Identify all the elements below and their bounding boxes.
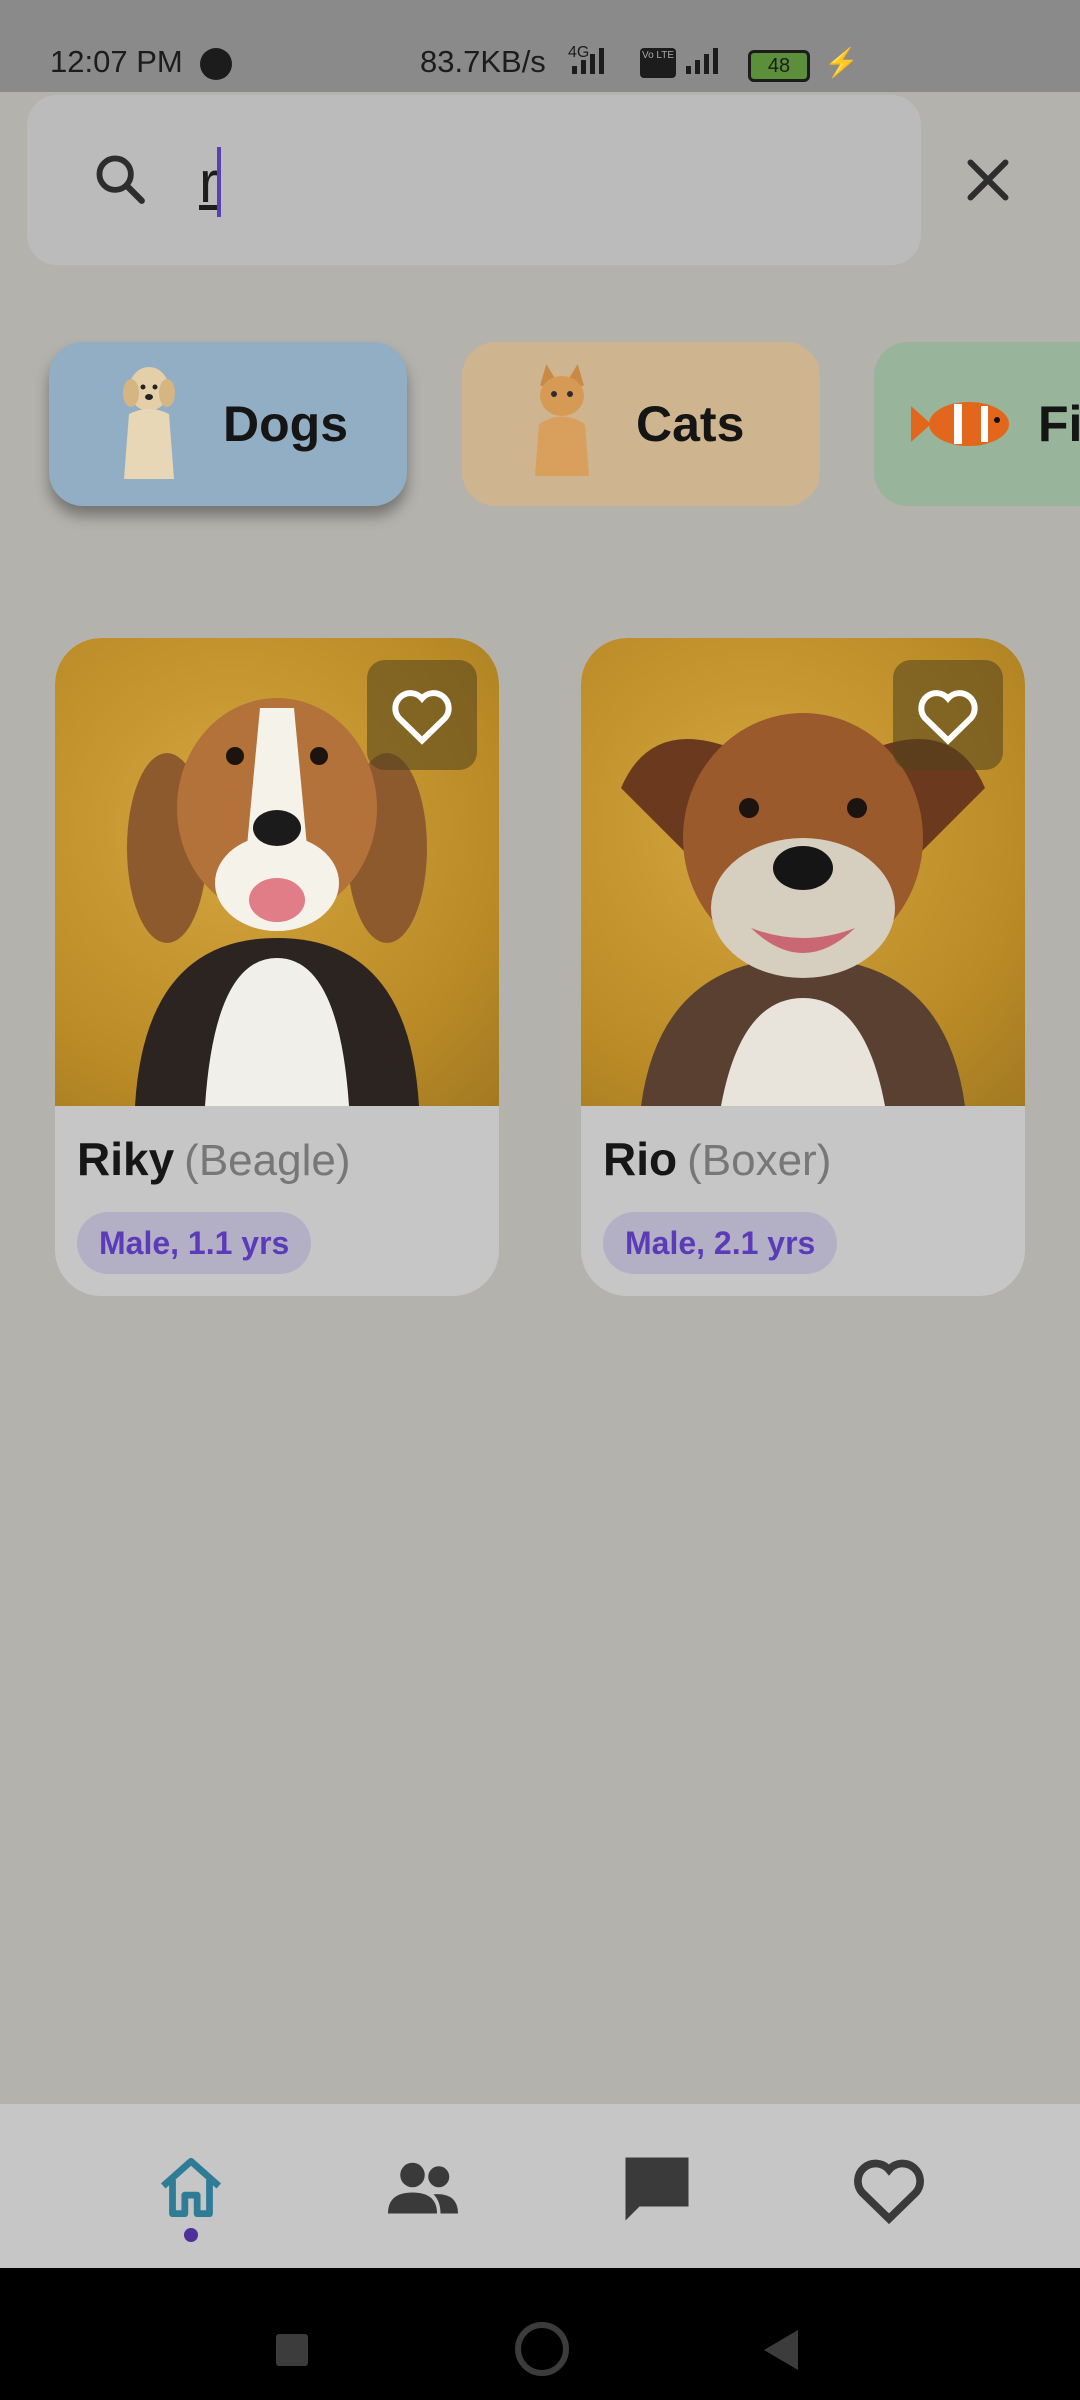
pet-card[interactable]: Rio (Boxer) Male, 2.1 yrs [581,638,1025,1296]
search-icon[interactable] [91,150,149,213]
pet-breed: (Boxer) [687,1136,832,1185]
signal-icon [572,48,604,74]
nav-messages[interactable] [612,2144,702,2234]
favorite-button[interactable] [893,660,1003,770]
home-icon [160,2157,222,2218]
volte-icon: Vo LTE [640,48,676,78]
status-bar: 12:07 PM 83.7KB/s 4G Vo LTE 48 ⚡ [0,0,1080,92]
system-navigation [0,2268,1080,2400]
category-fish[interactable]: Fi [874,342,1080,506]
text-caret [217,147,221,217]
heart-icon [392,690,452,745]
pet-name-line: Riky (Beagle) [77,1132,350,1186]
nav-home[interactable] [146,2144,236,2234]
search-input[interactable] [197,143,881,221]
pet-info-badge: Male, 1.1 yrs [77,1212,312,1274]
heart-icon [854,2159,924,2225]
signal-icon-2 [686,48,718,74]
search-bar [27,95,921,265]
pet-name: Rio [603,1133,678,1185]
battery-icon: 48 [748,50,810,82]
category-label: Cats [636,396,745,452]
fish-icon [904,354,1024,494]
network-speed: 83.7KB/s [420,44,546,79]
battery-level: 48 [767,55,791,77]
people-icon [388,2162,458,2214]
pet-name: Riky [77,1133,175,1185]
pet-breed: (Beagle) [184,1136,351,1185]
dog-icon [89,354,209,494]
pet-card[interactable]: Riky (Beagle) Male, 1.1 yrs [55,638,499,1296]
status-time: 12:07 PM [50,44,183,79]
close-icon[interactable] [958,150,1018,210]
bottom-navigation [0,2104,1080,2268]
home-button[interactable] [515,2322,569,2376]
category-dogs[interactable]: Dogs [49,342,407,506]
heart-icon [918,690,978,745]
charging-icon: ⚡ [824,47,859,78]
category-cats[interactable]: Cats [462,342,820,506]
pet-info-badge: Male, 2.1 yrs [603,1212,838,1274]
recents-button[interactable] [276,2334,308,2366]
back-button[interactable] [764,2330,798,2370]
chat-icon [625,2157,689,2221]
category-label: Dogs [223,396,348,452]
notification-icon [200,48,232,80]
favorite-button[interactable] [367,660,477,770]
nav-favorites[interactable] [844,2144,934,2234]
active-indicator [184,2228,198,2242]
nav-community[interactable] [378,2144,468,2234]
pet-name-line: Rio (Boxer) [603,1132,831,1186]
cat-icon [502,354,622,494]
category-label: Fi [1038,396,1080,452]
